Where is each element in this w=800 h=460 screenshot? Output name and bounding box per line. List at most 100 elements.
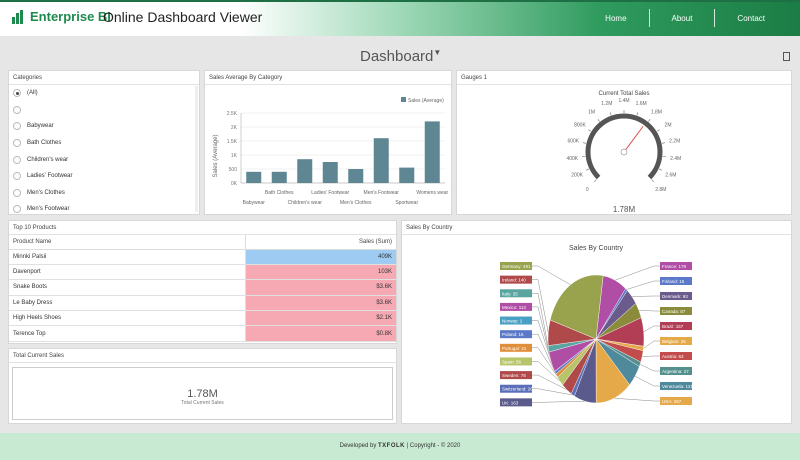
gauge-tick-label: 1M: [588, 109, 595, 115]
column-header-product[interactable]: Product Name: [9, 235, 245, 250]
gauge-tick: [597, 118, 600, 122]
radio-button[interactable]: [13, 105, 21, 114]
nav-home[interactable]: Home: [583, 14, 648, 23]
pie-data-label: Finland: 16: [662, 279, 685, 284]
pie-leader-line: [642, 355, 660, 357]
legend-swatch: [401, 97, 406, 102]
column-header-sales[interactable]: Sales (Sum): [244, 235, 396, 250]
footer-prefix: Developed by: [339, 443, 377, 449]
bar[interactable]: [297, 159, 313, 183]
table-row[interactable]: Terence Top $0.8K: [9, 325, 396, 342]
bar[interactable]: [424, 121, 440, 183]
gauge-tick-label: 2.6M: [665, 173, 676, 179]
dashboard-title[interactable]: Dashboard▼: [360, 48, 441, 65]
sales-value-cell: $3.6K: [244, 279, 396, 296]
radio-button[interactable]: [13, 205, 21, 214]
chevron-down-icon[interactable]: ▼: [433, 48, 441, 57]
sales-average-chart: Sales (Average) Sales (Average) 2.5K 2K 1.…: [213, 97, 449, 206]
product-name-cell: Davenport: [9, 264, 245, 281]
pie-data-label: Portugal: 21: [502, 346, 527, 351]
category-label: Bath Clothes: [27, 140, 62, 147]
nav-about[interactable]: About: [650, 14, 715, 23]
pie-data-label: Italy: 35: [502, 291, 518, 296]
category-option[interactable]: Ladies' Footwear: [9, 168, 199, 185]
table-row[interactable]: Le Baby Dress $3.6K: [9, 295, 396, 312]
bar-chart-logo-icon: [12, 9, 26, 24]
category-option[interactable]: Babywear: [9, 118, 199, 135]
radio-button[interactable]: [13, 89, 21, 98]
category-option[interactable]: Bath Clothes: [9, 135, 199, 152]
logo-text: Enterprise BI: [30, 9, 111, 24]
gauge-tick-label: 1.6M: [636, 101, 647, 107]
pie-data-label: Norway: 1: [502, 319, 523, 324]
category-label: Ladies' Footwear: [27, 173, 73, 180]
radio-button[interactable]: [13, 122, 21, 131]
gauge-tick: [656, 129, 660, 132]
gauge-tick: [648, 118, 651, 122]
bar[interactable]: [246, 171, 262, 183]
kpi-value: 1.78M: [187, 388, 218, 400]
table-row[interactable]: Davenport 103K: [9, 264, 396, 281]
pie-data-label: UK: 163: [502, 400, 519, 405]
table-row[interactable]: Minnki Palsii 409K: [9, 249, 396, 265]
gauge-tick-label: 400K: [566, 156, 578, 162]
gauge-tick: [594, 179, 597, 182]
category-option[interactable]: [9, 102, 199, 119]
panel-title: Sales By Country: [402, 221, 791, 235]
logo[interactable]: Enterprise BI: [12, 9, 111, 24]
radio-button[interactable]: [13, 155, 21, 164]
gauge-tick-label: 800K: [574, 122, 586, 128]
gauge-hub: [620, 148, 628, 156]
category-option[interactable]: Men's Footwear: [9, 201, 199, 218]
table-row[interactable]: Snake Boots $3.6K: [9, 279, 396, 296]
radio-button[interactable]: [13, 188, 21, 197]
sales-value-cell: $2.1K: [244, 310, 396, 327]
gauge-tick: [636, 112, 639, 116]
y-tick-label: 2K: [231, 125, 238, 131]
gauge-tick: [661, 142, 666, 144]
y-axis-label: Sales (Average): [213, 135, 219, 178]
product-name-cell: Minnki Palsii: [9, 249, 245, 265]
gauge-tick-label: 2.8M: [655, 187, 666, 193]
product-name-cell: Snake Boots: [9, 279, 245, 296]
pie-leader-line: [532, 401, 585, 403]
pie-leader-line: [634, 376, 660, 387]
panel-title: Top 10 Products: [9, 221, 396, 235]
radio-button[interactable]: [13, 172, 21, 181]
sales-by-country-panel: Sales By Country Sales By Country France…: [401, 220, 792, 424]
scrollbar[interactable]: [195, 86, 198, 212]
category-option[interactable]: (All): [9, 85, 199, 102]
export-icon[interactable]: [783, 52, 790, 61]
x-tick-label: Children's wear: [288, 200, 323, 206]
bar[interactable]: [348, 169, 364, 183]
categories-panel: Categories (All) Babywear Bath Clothes Chil…: [8, 70, 200, 215]
gauge-needle: [623, 126, 644, 153]
pie-leader-line: [614, 265, 660, 281]
bar[interactable]: [271, 171, 287, 183]
pie-leader-line: [638, 310, 660, 312]
bar[interactable]: [373, 138, 389, 183]
gauge-panel: Gauges 1 Current Total Sales 0 200K 400K 60…: [456, 70, 792, 215]
pie-data-label: Sweden: 78: [502, 373, 526, 378]
x-tick-label: Womens wear: [416, 190, 448, 196]
nav-contact[interactable]: Contact: [715, 14, 800, 23]
gauge-tick: [582, 142, 587, 144]
gauge-tick-label: 2M: [665, 122, 672, 128]
bar[interactable]: [322, 162, 338, 183]
pie-leader-line: [626, 280, 660, 290]
footer-brand[interactable]: TXFOLK: [378, 443, 405, 449]
pie-data-label: Argentina: 27: [662, 369, 689, 374]
pie-data-label: Brazil: 157: [662, 324, 684, 329]
bar[interactable]: [399, 167, 415, 183]
pie-leader-line: [643, 340, 660, 349]
gauge-tick-label: 2.4M: [670, 156, 681, 162]
x-tick-label: Ladies' Footwear: [311, 190, 349, 196]
category-option[interactable]: Men's Clothes: [9, 185, 199, 202]
sales-value-cell: $3.6K: [244, 295, 396, 312]
gauge-chart: Current Total Sales 0 200K 400K 600K 800K 1M 1…: [566, 91, 681, 214]
legend-label: Sales (Average): [408, 98, 444, 104]
table-row[interactable]: High Heels Shoes $2.1K: [9, 310, 396, 327]
radio-button[interactable]: [13, 139, 21, 148]
kpi-card: 1.78M Total Current Sales: [12, 367, 393, 420]
category-option[interactable]: Children's wear: [9, 151, 199, 168]
